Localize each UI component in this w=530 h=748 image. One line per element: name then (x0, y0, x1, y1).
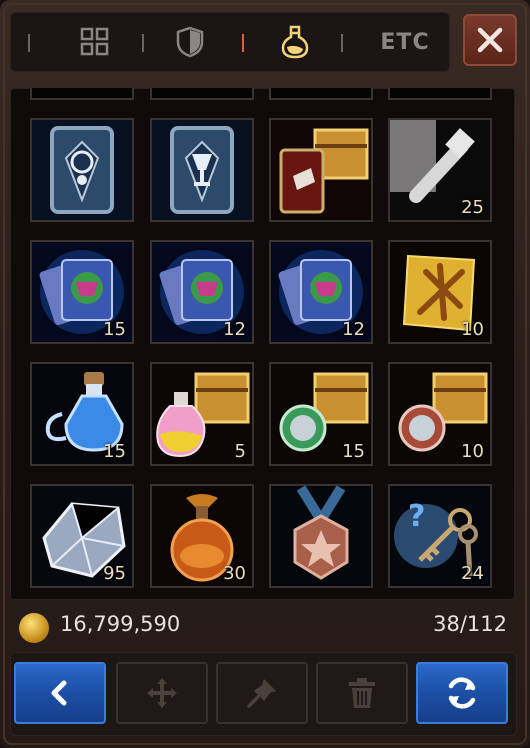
inventory-slot-partial[interactable] (150, 88, 254, 100)
item-quantity: 30 (223, 563, 246, 584)
delete-button[interactable] (316, 662, 408, 724)
move-icon (147, 678, 177, 708)
category-tab-bar: ETC (10, 12, 450, 72)
refresh-icon (448, 677, 476, 709)
item-quantity: 5 (234, 441, 246, 462)
item-quantity: 12 (223, 319, 246, 340)
close-icon (477, 27, 503, 53)
sort-button[interactable] (416, 662, 508, 724)
inventory-slot[interactable] (269, 118, 373, 222)
item-quantity: 15 (103, 441, 126, 462)
tab-separator (142, 34, 144, 52)
inventory-slot[interactable] (150, 118, 254, 222)
move-button[interactable] (116, 662, 208, 724)
tab-all[interactable] (65, 12, 125, 72)
gold-coin-icon (19, 613, 49, 643)
chalice-card-icon (152, 120, 252, 220)
item-quantity: 15 (103, 319, 126, 340)
tab-equipment[interactable] (160, 12, 220, 72)
close-button[interactable] (463, 14, 517, 66)
inventory-slot[interactable]: 12 (150, 240, 254, 344)
inventory-slot-partial[interactable] (30, 88, 134, 100)
tab-consumable[interactable] (265, 12, 325, 72)
gold-amount: 16,799,590 (60, 612, 181, 636)
inventory-slot[interactable]: 5 (150, 362, 254, 466)
pin-button[interactable] (216, 662, 308, 724)
item-quantity: 12 (342, 319, 365, 340)
slot-count: 38/112 (433, 612, 507, 636)
chest-card-icon (271, 120, 371, 220)
inventory-slot[interactable]: ? 24 (388, 484, 492, 588)
tab-separator (341, 34, 343, 52)
inventory-slot[interactable] (269, 484, 373, 588)
bottom-toolbar (10, 652, 517, 736)
grid-icon (80, 27, 109, 56)
back-button[interactable] (14, 662, 106, 724)
inventory-slot[interactable]: 15 (30, 362, 134, 466)
inventory-slot[interactable]: 25 (388, 118, 492, 222)
trash-icon (349, 678, 375, 708)
svg-text:?: ? (408, 499, 425, 534)
medal-icon (271, 486, 371, 586)
inventory-slot[interactable]: 95 (30, 484, 134, 588)
tab-separator (28, 34, 30, 52)
item-quantity: 10 (461, 319, 484, 340)
potion-icon (281, 25, 309, 59)
inventory-slot-partial[interactable] (269, 88, 373, 100)
inventory-slot[interactable] (30, 118, 134, 222)
item-quantity: 15 (342, 441, 365, 462)
inventory-slot[interactable]: 10 (388, 362, 492, 466)
tab-etc-label: ETC (380, 29, 430, 55)
pin-icon (247, 679, 276, 708)
item-quantity: 10 (461, 441, 484, 462)
card-icon (32, 120, 132, 220)
tab-etc[interactable]: ETC (365, 12, 445, 72)
inventory-grid: 25 15 12 12 10 15 5 15 10 95 30 ? 24 (10, 88, 515, 600)
tab-separator-active (242, 34, 244, 52)
inventory-slot-partial[interactable] (388, 88, 492, 100)
item-quantity: 95 (103, 563, 126, 584)
inventory-slot[interactable]: 15 (269, 362, 373, 466)
chevron-left-icon (51, 680, 67, 706)
inventory-slot[interactable]: 15 (30, 240, 134, 344)
inventory-slot[interactable]: 10 (388, 240, 492, 344)
inventory-slot[interactable]: 30 (150, 484, 254, 588)
item-quantity: 24 (461, 563, 484, 584)
inventory-slot[interactable]: 12 (269, 240, 373, 344)
shield-icon (176, 26, 204, 58)
item-quantity: 25 (461, 197, 484, 218)
